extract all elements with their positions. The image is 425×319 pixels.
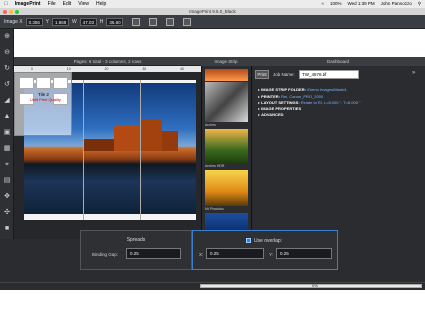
- mask-icon[interactable]: ✣: [3, 209, 11, 217]
- zoom-window-button[interactable]: [15, 9, 19, 14]
- distribute-button[interactable]: [183, 17, 192, 26]
- width-field[interactable]: 47.03: [79, 17, 97, 26]
- ruler-tick: 40: [180, 67, 185, 71]
- tile-cell[interactable]: [36, 77, 51, 89]
- close-window-button[interactable]: [3, 9, 7, 14]
- tile-note: Unlit Print Quality: [30, 97, 61, 102]
- mirror-icon[interactable]: ▲: [3, 113, 11, 121]
- tool-sidebar: ⊕ ⊖ ↻ ↺ ◢ ▲ ▣ ▦ ⌖ ▤ ✥ ✣ ■: [0, 29, 14, 274]
- overlap-x-label: X:: [199, 252, 204, 257]
- thumbnail-caption: Arches HDR: [205, 164, 225, 168]
- rock-formation: [162, 131, 178, 151]
- ruler-tick: 30: [142, 67, 147, 71]
- align-left-button[interactable]: [132, 17, 141, 26]
- desktop-margin: [0, 290, 425, 319]
- ruler-tick: 0: [30, 67, 33, 71]
- search-icon[interactable]: ⚲: [418, 1, 421, 7]
- dashboard-row-image-properties[interactable]: ▸ IMAGE PROPERTIES: [258, 106, 301, 111]
- progress-bar: [200, 284, 422, 288]
- tile-gridline: [83, 80, 84, 220]
- dashboard-header: Dashboard: [251, 57, 425, 66]
- height-label: H: [99, 18, 104, 25]
- job-name-label: Job Name:: [273, 72, 295, 77]
- clock[interactable]: Wed 1:39 PM: [347, 1, 374, 7]
- wifi-icon[interactable]: ≈: [321, 1, 323, 7]
- minimize-window-button[interactable]: [9, 9, 13, 14]
- overlap-y-field[interactable]: 0.25: [276, 248, 332, 259]
- image-thumbnail[interactable]: [205, 129, 248, 163]
- collapse-icon[interactable]: »: [412, 70, 415, 76]
- binding-gap-field[interactable]: 0.25: [126, 248, 181, 259]
- apple-icon[interactable]: : [4, 1, 8, 7]
- rotate-icon[interactable]: ↻: [3, 65, 11, 73]
- menu-help[interactable]: Help: [96, 1, 106, 7]
- overlap-y-label: Y:: [269, 252, 274, 257]
- binding-gap-label: Binding Gap:: [92, 252, 119, 257]
- user-name[interactable]: John Pannozzo: [381, 1, 412, 7]
- rotate-reverse-icon[interactable]: ↺: [3, 81, 11, 89]
- image-thumbnail[interactable]: [205, 69, 248, 81]
- grid-icon[interactable]: ▦: [3, 145, 11, 153]
- thumbnail-caption: Mt Pinatubo: [205, 207, 224, 211]
- pages-panel-header: Pages: 6 total - 3 columns, 2 rows: [14, 57, 201, 66]
- menu-file[interactable]: File: [48, 1, 56, 7]
- ruler-tick: 10: [66, 67, 71, 71]
- ruler-icon[interactable]: ▤: [3, 177, 11, 185]
- crop-icon[interactable]: ▣: [3, 129, 11, 137]
- zoom-in-icon[interactable]: ⊕: [3, 33, 11, 41]
- dashboard-row-image-strip-folder[interactable]: ▸ IMAGE STRIP FOLDER: /Demo Images/Mark/…: [258, 87, 346, 92]
- window-title: ImagePrint 9.5.0_Black: [189, 9, 236, 14]
- scale-field[interactable]: 0.356: [25, 17, 43, 26]
- image-toolbar: Image X 0.356 Y 1.868 W 47.03 H 36.60: [0, 15, 425, 29]
- menu-view[interactable]: View: [78, 1, 89, 7]
- target-icon[interactable]: ⌖: [3, 161, 11, 169]
- menu-edit[interactable]: Edit: [63, 1, 72, 7]
- menu-app-name[interactable]: ImagePrint: [15, 1, 41, 7]
- color-swap-icon[interactable]: ■: [3, 225, 11, 233]
- tile-cell[interactable]: [19, 77, 34, 89]
- rock-formation: [140, 119, 162, 151]
- print-button[interactable]: Print: [255, 70, 269, 79]
- ruler-tick: 20: [104, 67, 109, 71]
- progress-text: 0%: [312, 283, 318, 288]
- y-position-field[interactable]: 1.868: [51, 17, 69, 26]
- move-icon[interactable]: ✥: [3, 193, 11, 201]
- spreads-title: Spreads: [126, 237, 146, 243]
- battery-label[interactable]: 100%: [330, 1, 342, 7]
- dashboard-row-printer[interactable]: ▸ PRINTER: Rei, Canon_PRO_2000: [258, 94, 323, 99]
- dashboard-panel: [251, 57, 425, 239]
- image-thumbnail[interactable]: [205, 82, 248, 122]
- image-strip-header: Image Strip: [201, 57, 251, 66]
- align-center-button[interactable]: [149, 17, 158, 26]
- thumbnail-caption: Arches: [205, 123, 216, 127]
- dashboard-row-advanced[interactable]: ▸ ADVANCED: [258, 112, 284, 117]
- align-right-button[interactable]: [166, 17, 175, 26]
- use-overlap-label: Use overlap:: [254, 238, 283, 244]
- tile-layout-overlay[interactable]: [14, 72, 72, 136]
- rock-formation: [114, 125, 140, 151]
- window-titlebar: ImagePrint 9.5.0_Black: [0, 8, 425, 15]
- tile-cell[interactable]: [53, 77, 68, 89]
- height-field[interactable]: 36.60: [106, 17, 124, 26]
- rock-formation: [84, 139, 114, 151]
- y-position-label: Y: [45, 18, 49, 25]
- image-thumbnail[interactable]: [205, 170, 248, 206]
- zoom-out-icon[interactable]: ⊖: [3, 49, 11, 57]
- tile-gridline: [140, 80, 141, 220]
- width-label: W: [71, 18, 77, 25]
- scale-label: Image X: [4, 18, 23, 25]
- dashboard-row-layout-settings[interactable]: ▸ LAYOUT SETTINGS: Relate to Rl, L=8.000…: [258, 100, 360, 105]
- use-overlap-checkbox[interactable]: [246, 238, 251, 243]
- overlap-x-field[interactable]: 0.25: [206, 248, 264, 259]
- job-name-field[interactable]: TW_4676.tif: [299, 70, 359, 79]
- triangle-icon[interactable]: ◢: [3, 97, 11, 105]
- menu-bar:  ImagePrint File Edit View Help ≈ 100% …: [0, 0, 425, 8]
